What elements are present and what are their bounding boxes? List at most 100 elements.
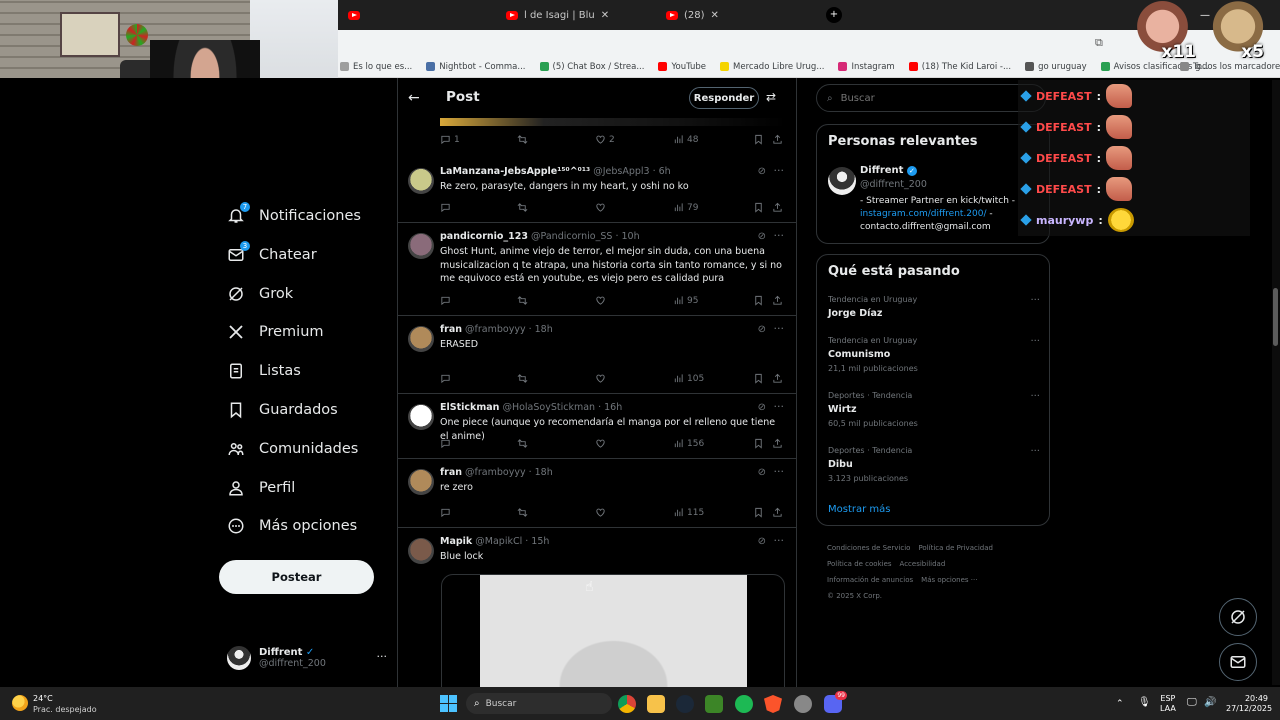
bookmark-item[interactable]: YouTube (658, 62, 706, 72)
more-icon[interactable]: ··· (774, 229, 785, 242)
views-button[interactable]: 105 (673, 373, 704, 384)
reply-button[interactable] (440, 202, 454, 213)
tweet-author-handle[interactable]: @HolaSoyStickman · 16h (502, 402, 622, 413)
sidebar-item-people[interactable]: Comunidades (227, 436, 358, 462)
weather-sun-icon[interactable] (12, 695, 28, 711)
reply-button[interactable]: Responder (689, 87, 759, 109)
install-icon[interactable]: ⧉ (1095, 36, 1103, 50)
repost-button[interactable] (517, 373, 528, 384)
bookmark-button[interactable] (753, 438, 764, 449)
more-icon[interactable]: ··· (774, 164, 785, 177)
reply-button[interactable] (440, 373, 454, 384)
tray-chevron-icon[interactable]: ⌃ (1116, 699, 1124, 709)
taskbar-search[interactable]: ⌕ Buscar (466, 693, 612, 714)
bookmark-button[interactable] (753, 134, 764, 145)
chrome-icon[interactable] (618, 695, 636, 713)
avatar[interactable] (408, 469, 434, 495)
avatar[interactable] (408, 326, 434, 352)
browser-tab[interactable]: (28) ✕ (658, 4, 727, 26)
grok-icon[interactable]: ⊘ (758, 231, 766, 242)
tweet-author-name[interactable]: ElStickman (440, 402, 499, 413)
views-button[interactable]: 79 (673, 202, 698, 213)
more-icon[interactable]: ··· (1030, 391, 1040, 402)
bookmark-item[interactable]: Nightbot - Comma... (426, 62, 526, 72)
weather-desc[interactable]: Prac. despejado (33, 705, 97, 715)
reply-tweet[interactable]: pandicornio_123 @Pandicornio_SS · 10h ⊘ ··… (398, 223, 796, 316)
grok-fab-button[interactable] (1219, 598, 1257, 636)
sidebar-item-x[interactable]: Premium (227, 319, 324, 345)
more-icon[interactable]: ··· (774, 465, 785, 478)
volume-icon[interactable]: 🔊 (1204, 698, 1216, 708)
sidebar-item-mail[interactable]: 3 Chatear (227, 240, 317, 268)
steam-icon[interactable] (676, 695, 694, 713)
grok-icon[interactable]: ⊘ (758, 467, 766, 478)
tweet-author-handle[interactable]: @MapikCl · 15h (475, 536, 549, 547)
sidebar-item-bell[interactable]: 7 Notificaciones (227, 202, 361, 229)
tweet-author-name[interactable]: Mapik (440, 536, 472, 547)
close-icon[interactable]: ✕ (601, 10, 609, 21)
trend-item[interactable]: Deportes · Tendencia Wirtz 60,5 mil public… (828, 391, 1040, 428)
footer-link[interactable]: © 2025 X Corp. (827, 588, 882, 604)
sidebar-item-bookmark[interactable]: Guardados (227, 397, 338, 423)
tweet-author-name[interactable]: fran (440, 324, 462, 335)
user-name[interactable]: Diffrent (860, 165, 903, 176)
like-button[interactable] (595, 295, 609, 306)
grok-icon[interactable]: ⊘ (758, 402, 766, 413)
avatar[interactable] (828, 167, 856, 195)
weather-temp[interactable]: 24°C (33, 694, 53, 704)
like-button[interactable] (595, 373, 609, 384)
tweet-author-name[interactable]: pandicornio_123 (440, 231, 528, 242)
bookmark-item[interactable]: go uruguay (1025, 62, 1087, 72)
messages-fab-button[interactable] (1219, 643, 1257, 681)
views-button[interactable]: 95 (673, 295, 698, 306)
views-button[interactable]: 48 (673, 134, 698, 145)
browser-tab[interactable]: l de Isagi | Blu ✕ (498, 4, 617, 26)
views-button[interactable]: 156 (673, 438, 704, 449)
share-button[interactable] (772, 295, 783, 306)
like-button[interactable] (595, 507, 609, 518)
more-icon[interactable]: ··· (1030, 336, 1040, 347)
sidebar-item-list[interactable]: Listas (227, 358, 301, 384)
trend-item[interactable]: Deportes · Tendencia Dibu 3.123 publicacio… (828, 446, 1040, 483)
tweet-media[interactable] (441, 574, 785, 687)
like-button[interactable]: 2 (595, 134, 615, 145)
sidebar-item-person[interactable]: Perfil (227, 475, 295, 501)
footer-link[interactable]: Accesibilidad (900, 556, 946, 572)
more-icon[interactable]: ··· (774, 534, 785, 547)
back-arrow-icon[interactable]: ← (408, 90, 420, 106)
share-button[interactable] (772, 438, 783, 449)
repost-button[interactable] (517, 438, 528, 449)
reply-tweet[interactable]: LaManzana-JebsApple¹⁵⁰^⁰¹³ @JebsAppl3 · … (398, 158, 796, 223)
browser-tab[interactable] (340, 4, 374, 26)
tweet-author-name[interactable]: LaManzana-JebsApple¹⁵⁰^⁰¹³ (440, 166, 590, 177)
footer-link[interactable]: Política de cookies (827, 556, 892, 572)
bookmark-button[interactable] (753, 202, 764, 213)
mic-icon[interactable]: 🎙 (1138, 698, 1151, 708)
search-input[interactable] (840, 92, 1011, 104)
sidebar-item-grok[interactable]: Grok (227, 281, 293, 307)
language-indicator[interactable]: ESP LAA (1160, 694, 1176, 714)
grok-icon[interactable]: ⊘ (758, 536, 766, 547)
repost-button[interactable] (517, 507, 528, 518)
bookmark-item[interactable]: Es lo que es... (340, 62, 412, 72)
like-button[interactable] (595, 438, 609, 449)
bookmark-button[interactable] (753, 373, 764, 384)
scrollbar-thumb[interactable] (1273, 288, 1278, 346)
more-icon[interactable]: ··· (377, 650, 388, 663)
grok-icon[interactable]: ⊘ (758, 324, 766, 335)
footer-link[interactable]: Política de Privacidad (918, 540, 993, 556)
trend-item[interactable]: Tendencia en Uruguay Comunismo 21,1 mil pu… (828, 336, 1040, 373)
spotify-icon[interactable] (735, 695, 753, 713)
views-button[interactable]: 115 (673, 507, 704, 518)
more-icon[interactable]: ··· (1030, 446, 1040, 457)
tweet-author-handle[interactable]: @framboyyy · 18h (465, 324, 553, 335)
footer-link[interactable]: Información de anuncios (827, 572, 913, 588)
repost-button[interactable] (517, 295, 528, 306)
more-icon[interactable]: ··· (774, 400, 785, 413)
tweet-author-handle[interactable]: @JebsAppl3 · 6h (593, 166, 671, 177)
repost-button[interactable] (517, 202, 528, 213)
show-more-link[interactable]: Mostrar más (828, 504, 891, 515)
bio-link[interactable]: instagram.com/diffrent.200/ (860, 209, 987, 219)
footer-link[interactable]: Más opciones ··· (921, 572, 977, 588)
share-button[interactable] (772, 202, 783, 213)
